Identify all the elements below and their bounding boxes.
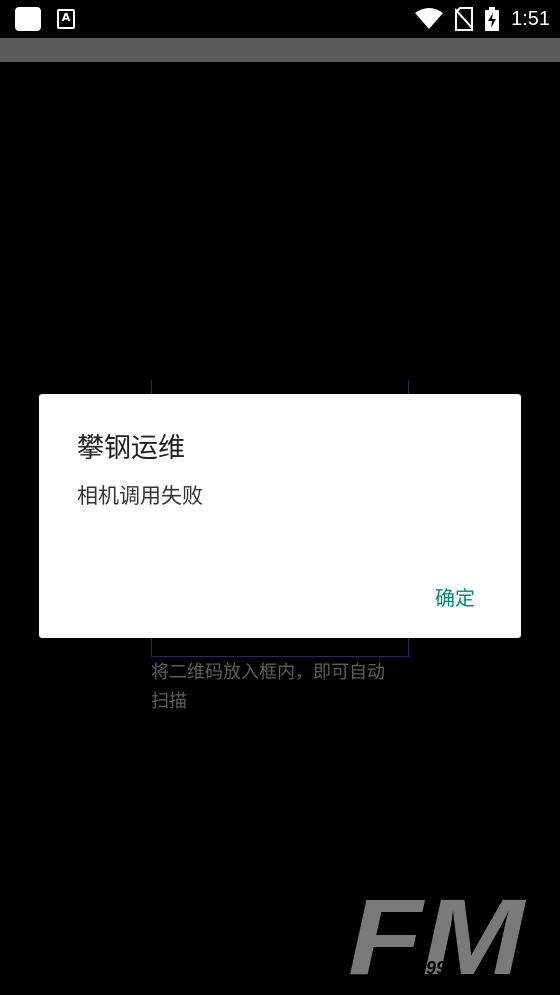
watermark-subtext: 4399	[405, 958, 446, 978]
app-square-icon	[15, 7, 41, 31]
status-bar: A 1:51	[0, 0, 560, 38]
battery-charging-icon	[485, 7, 500, 31]
alert-dialog: 攀钢运维 相机调用失败 确定	[39, 394, 521, 638]
wifi-icon	[415, 8, 444, 29]
screen: A 1:51 将二维码放入框内，即可自动 扫描 攀钢运维 相机调用失败 确定 F…	[0, 0, 560, 995]
scan-hint-line-1: 将二维码放入框内，即可自动	[151, 662, 385, 683]
no-sim-icon	[455, 7, 474, 31]
scan-hint: 将二维码放入框内，即可自动 扫描	[151, 658, 413, 716]
ok-button[interactable]: 确定	[435, 580, 475, 613]
status-bar-right: 1:51	[403, 0, 550, 38]
dialog-title: 攀钢运维	[77, 433, 185, 464]
dialog-message: 相机调用失败	[77, 484, 203, 508]
app-bar	[0, 38, 560, 62]
fm-watermark-logo: FM 4399	[348, 884, 526, 979]
a-letter-icon: A	[57, 9, 75, 29]
scan-hint-line-2: 扫描	[151, 691, 187, 712]
clock: 1:51	[511, 7, 550, 30]
